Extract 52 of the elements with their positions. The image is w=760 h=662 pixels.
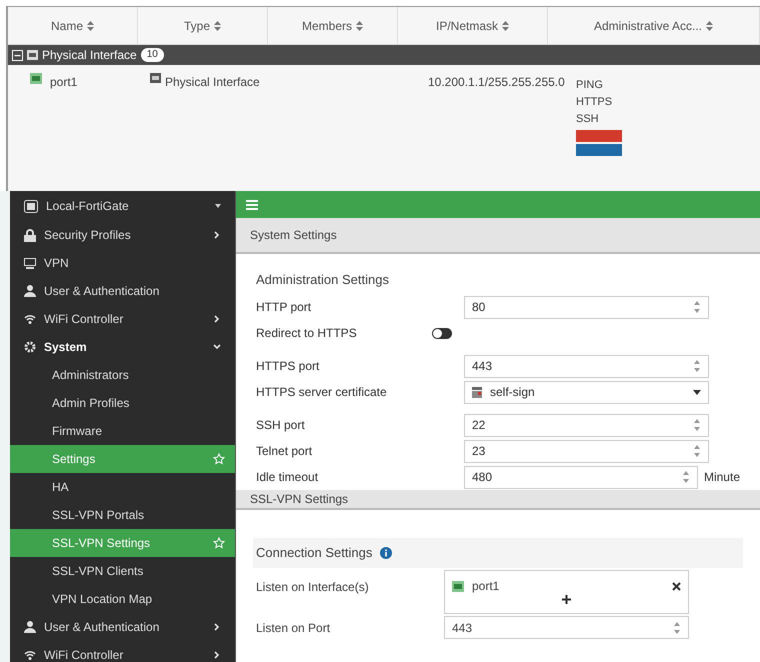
sidebar-item[interactable]: Firmware (10, 417, 235, 445)
field-label: Telnet port (256, 443, 314, 460)
unit-label: Minute (704, 469, 740, 486)
access-item: HTTPS (576, 95, 614, 110)
field-label: HTTP port (256, 299, 312, 316)
field-label: Listen on Interface(s) (256, 579, 370, 596)
section-title: Administration Settings (256, 271, 390, 289)
sidebar-item[interactable]: User & Authentication (10, 277, 235, 305)
field-label: Listen on Port (256, 620, 332, 636)
field-label: Idle timeout (256, 469, 320, 486)
section-title: Connection Settings (256, 544, 372, 562)
field-label: HTTPS port (256, 358, 320, 375)
sidebar-item[interactable]: VPN Location Map (10, 585, 235, 613)
column-header[interactable]: IP/Netmask (398, 7, 548, 44)
number-field[interactable]: 22 (464, 414, 709, 436)
count-badge: 10 (140, 48, 164, 62)
sidebar-item[interactable]: SSL-VPN Portals (10, 501, 235, 529)
column-header[interactable]: Administrative Acc... (548, 7, 760, 44)
device-selector[interactable]: Local-FortiGate (10, 191, 235, 221)
column-header[interactable]: Name (8, 7, 138, 44)
column-header[interactable]: Members (268, 7, 398, 44)
access-item: PING (576, 78, 604, 93)
field-label: HTTPS server certificate (256, 384, 388, 401)
number-field[interactable]: 480 (464, 466, 698, 488)
group-label: Physical Interface (42, 47, 137, 64)
sidebar-item[interactable]: Security Profiles (10, 221, 235, 249)
field-label: SSH port (256, 417, 306, 434)
table-cell: 10.200.1.1/255.255.255.0 (428, 75, 565, 89)
number-field[interactable]: 443 (464, 354, 709, 378)
field-label: Redirect to HTTPS (256, 325, 358, 342)
sidebar-item[interactable]: System (10, 333, 235, 361)
interface-entry: port1 (472, 578, 500, 595)
access-item: SSH (576, 112, 600, 127)
group-header[interactable]: Physical Interface 10 (8, 45, 760, 65)
interface-field[interactable]: port1 (444, 570, 689, 614)
certificate-select[interactable]: self-sign (464, 380, 709, 404)
table-cell-text: Physical Interface (165, 74, 260, 91)
table-cell-text: port1 (50, 74, 78, 91)
number-field[interactable]: 443 (444, 616, 689, 639)
column-header[interactable]: Type (138, 7, 268, 44)
sidebar-item[interactable]: SSL-VPN Clients (10, 557, 235, 585)
page-title: System Settings (236, 218, 760, 254)
sidebar-item[interactable]: Admin Profiles (10, 389, 235, 417)
number-field[interactable]: 23 (464, 440, 709, 462)
sidebar-item[interactable]: VPN (10, 249, 235, 277)
sidebar-item[interactable]: User & Authentication (10, 613, 235, 641)
sidebar-item[interactable]: HA (10, 473, 235, 501)
section-bar: SSL-VPN Settings (236, 490, 760, 510)
sidebar-item[interactable]: WiFi Controller (10, 305, 235, 333)
sidebar-item[interactable]: WiFi Controller (10, 641, 235, 662)
sidebar-item[interactable]: Administrators (10, 361, 235, 389)
number-field[interactable]: 80 (464, 296, 709, 318)
